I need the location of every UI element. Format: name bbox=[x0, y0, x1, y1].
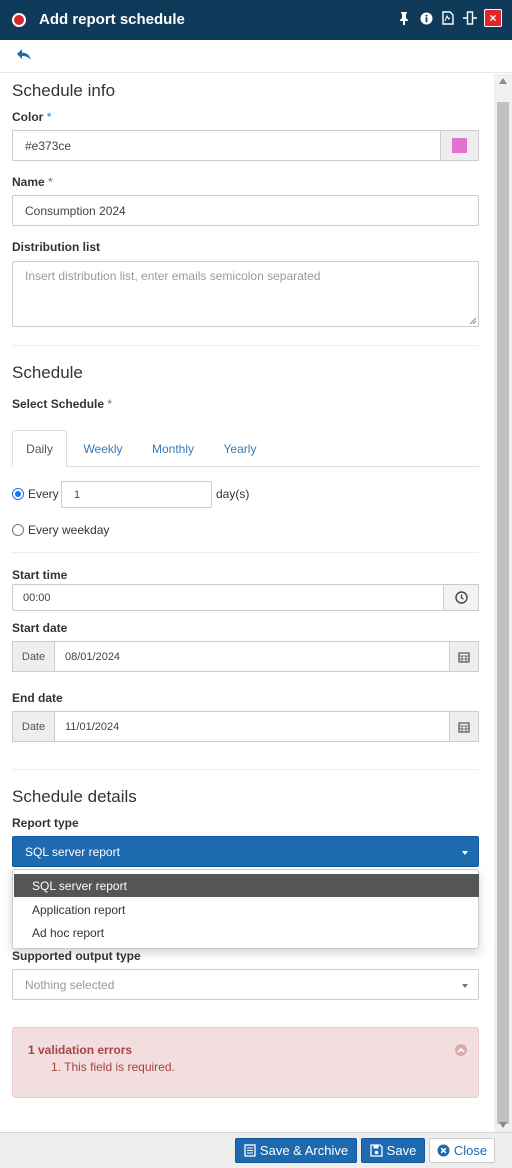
schedule-info-heading: Schedule info bbox=[12, 81, 116, 100]
resize-grip-icon[interactable] bbox=[468, 316, 477, 325]
time-picker-button[interactable] bbox=[443, 584, 479, 611]
close-label: Close bbox=[453, 1143, 488, 1158]
output-type-label: Supported output type bbox=[12, 949, 141, 963]
validation-item: 1. This field is required. bbox=[51, 1060, 175, 1074]
titlebar-actions: × bbox=[396, 9, 502, 27]
name-input[interactable]: Consumption 2024 bbox=[12, 195, 479, 226]
start-time-label: Start time bbox=[12, 568, 68, 582]
save-label: Save bbox=[386, 1143, 417, 1158]
report-type-selected: SQL server report bbox=[25, 844, 120, 859]
scroll-down-icon[interactable] bbox=[499, 1122, 507, 1128]
select-schedule-label: Select Schedule * bbox=[12, 397, 112, 411]
calendar-icon bbox=[458, 651, 470, 663]
calendar-icon bbox=[458, 721, 470, 733]
collapse-icon[interactable] bbox=[455, 1044, 467, 1056]
resize-icon[interactable] bbox=[462, 9, 478, 27]
pdf-icon[interactable] bbox=[440, 9, 456, 27]
tab-daily[interactable]: Daily bbox=[12, 430, 67, 467]
chevron-down-icon bbox=[462, 851, 468, 855]
required-mark: * bbox=[46, 110, 52, 124]
tab-monthly[interactable]: Monthly bbox=[142, 430, 204, 467]
archive-icon bbox=[244, 1144, 256, 1157]
every-radio[interactable] bbox=[12, 488, 24, 500]
divider bbox=[12, 769, 479, 770]
report-type-dropdown: SQL server report Application report Ad … bbox=[12, 869, 479, 949]
end-date-label: End date bbox=[12, 691, 63, 705]
close-window-button[interactable]: × bbox=[484, 9, 502, 27]
select-schedule-label-text: Select Schedule bbox=[12, 397, 105, 411]
end-date-addon: Date bbox=[12, 711, 55, 742]
divider bbox=[12, 345, 479, 346]
every-weekday-label: Every weekday bbox=[28, 523, 110, 537]
start-date-input[interactable]: 08/01/2024 bbox=[54, 641, 451, 672]
vertical-scrollbar[interactable] bbox=[494, 74, 512, 1132]
start-date-picker-button[interactable] bbox=[449, 641, 479, 672]
window-title: Add report schedule bbox=[39, 11, 185, 28]
window-titlebar: Add report schedule × bbox=[0, 0, 512, 40]
end-date-input[interactable]: 11/01/2024 bbox=[54, 711, 451, 742]
save-archive-label: Save & Archive bbox=[259, 1143, 349, 1158]
schedule-heading: Schedule bbox=[12, 363, 83, 382]
tab-weekly[interactable]: Weekly bbox=[74, 430, 132, 467]
report-type-option[interactable]: SQL server report bbox=[14, 874, 479, 897]
chevron-down-icon bbox=[462, 984, 468, 988]
name-label: Name * bbox=[12, 175, 53, 189]
record-icon bbox=[12, 13, 26, 27]
distribution-list-textarea[interactable]: Insert distribution list, enter emails s… bbox=[12, 261, 479, 327]
validation-alert: 1 validation errors 1. This field is req… bbox=[12, 1027, 479, 1098]
save-icon bbox=[370, 1144, 383, 1157]
every-weekday-radio[interactable] bbox=[12, 524, 24, 536]
start-date-addon: Date bbox=[12, 641, 55, 672]
report-type-option[interactable]: Ad hoc report bbox=[14, 921, 479, 944]
color-input[interactable]: #e373ce bbox=[12, 130, 442, 161]
color-label-text: Color bbox=[12, 110, 44, 124]
navigation-bar bbox=[0, 40, 512, 73]
scroll-up-icon[interactable] bbox=[499, 78, 507, 84]
every-unit-label: day(s) bbox=[216, 487, 250, 501]
every-label: Every bbox=[28, 487, 59, 501]
output-type-select[interactable]: Nothing selected bbox=[12, 969, 479, 1000]
dialog-footer: Save & Archive Save Close bbox=[0, 1132, 512, 1168]
back-arrow-icon[interactable] bbox=[16, 48, 34, 64]
distribution-list-label: Distribution list bbox=[12, 240, 100, 254]
color-swatch-button[interactable] bbox=[440, 130, 479, 161]
report-type-option[interactable]: Application report bbox=[14, 898, 479, 921]
color-label: Color * bbox=[12, 110, 51, 124]
divider bbox=[12, 552, 479, 553]
schedule-details-heading: Schedule details bbox=[12, 787, 137, 806]
clock-icon bbox=[454, 591, 468, 604]
color-swatch bbox=[452, 138, 467, 153]
tab-yearly[interactable]: Yearly bbox=[214, 430, 266, 467]
save-archive-button[interactable]: Save & Archive bbox=[235, 1138, 357, 1163]
start-date-label: Start date bbox=[12, 621, 68, 635]
validation-title: 1 validation errors bbox=[28, 1043, 133, 1057]
required-mark: * bbox=[107, 397, 113, 411]
end-date-picker-button[interactable] bbox=[449, 711, 479, 742]
close-icon bbox=[437, 1144, 450, 1157]
scroll-thumb[interactable] bbox=[497, 102, 509, 1124]
start-time-input[interactable]: 00:00 bbox=[12, 584, 445, 611]
pin-icon[interactable] bbox=[396, 9, 412, 27]
report-type-select[interactable]: SQL server report bbox=[12, 836, 479, 867]
name-label-text: Name bbox=[12, 175, 45, 189]
info-icon[interactable] bbox=[418, 9, 434, 27]
report-type-label: Report type bbox=[12, 816, 79, 830]
output-type-placeholder: Nothing selected bbox=[25, 977, 115, 992]
close-button[interactable]: Close bbox=[429, 1138, 495, 1163]
every-days-input[interactable]: 1 bbox=[61, 481, 212, 508]
required-mark: * bbox=[48, 175, 53, 189]
save-button[interactable]: Save bbox=[361, 1138, 425, 1163]
